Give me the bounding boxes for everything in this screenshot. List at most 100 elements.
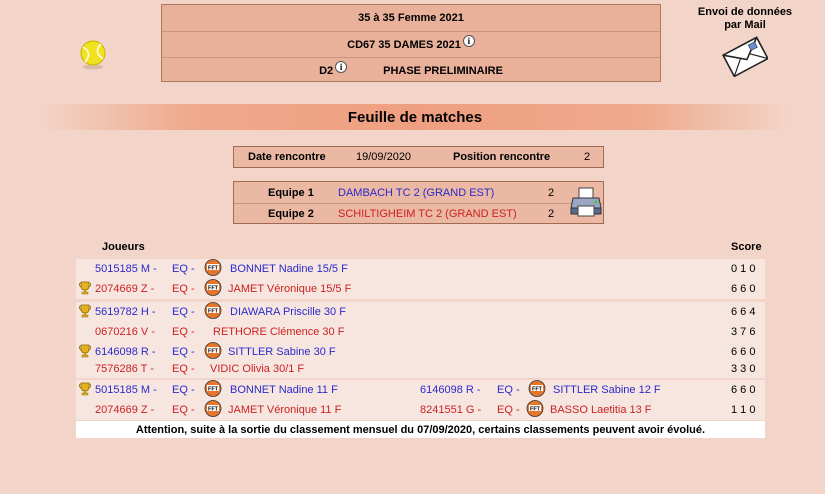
player-name-link[interactable]: DIAWARA Priscille 30 F [230,306,346,318]
team-tag: EQ - [497,404,520,416]
match-block: 5015185 M - EQ - FFT BONNET Nadine 15/5 … [76,259,765,299]
tennis-ball-icon [80,40,106,70]
player-name-link[interactable]: BONNET Nadine 11 F [230,384,338,396]
competition-name: CD67 35 DAMES 2021 [347,38,461,51]
team-score: 2 [548,208,555,220]
partner-name-link[interactable]: SITTLER Sabine 12 F [553,384,661,396]
player-name-link[interactable]: SITTLER Sabine 30 F [228,346,336,358]
fft-logo-icon: FFT [528,380,546,397]
svg-text:FFT: FFT [208,386,219,392]
player-row: 0670216 V - EQ - RETHORE Clémence 30 F 3… [76,322,765,342]
player-id: 7576286 T - [95,363,154,375]
set-score: 3 7 6 [731,326,756,338]
team-tag: EQ - [172,346,195,358]
teams-box: Equipe 1 DAMBACH TC 2 (GRAND EST) 2 Equi… [233,181,604,224]
position-value: 2 [584,151,591,163]
fft-logo-icon: FFT [204,302,222,319]
info-icon[interactable]: i [335,60,348,73]
competition-header: 35 à 35 Femme 2021 CD67 35 DAMES 2021 i … [161,4,661,82]
team-label: Equipe 1 [268,186,314,199]
player-name-link[interactable]: JAMET Véronique 11 F [228,404,341,416]
team-tag: EQ - [172,363,195,375]
team-tag: EQ - [172,283,195,295]
page-title: Feuille de matches [347,108,483,126]
player-row: 2074669 Z - EQ - FFT JAMET Véronique 15/… [76,279,765,299]
fft-logo-icon: FFT [204,380,222,397]
set-score: 6 6 0 [731,346,756,358]
team-name-link[interactable]: DAMBACH TC 2 (GRAND EST) [338,187,494,199]
position-label: Position rencontre [453,151,551,163]
team-tag: EQ - [172,384,195,396]
svg-text:FFT: FFT [208,308,219,314]
team-score: 2 [548,186,555,199]
fft-logo-icon: FFT [526,400,544,417]
players-column-header: Joueurs [102,241,145,253]
mail-send-label[interactable]: Envoi de données par Mail [680,6,810,32]
division-phase-row: D2 i PHASE PRELIMINAIRE [162,57,660,83]
player-name-link[interactable]: BONNET Nadine 15/5 F [230,263,348,275]
svg-text:FFT: FFT [208,265,219,271]
team-tag: EQ - [172,326,195,338]
team-row: Equipe 2 SCHILTIGHEIM TC 2 (GRAND EST) 2 [234,203,603,224]
printer-icon[interactable] [570,186,602,218]
trophy-icon [79,344,91,358]
set-score: 6 6 0 [731,384,756,396]
partner-id: 6146098 R - [420,384,481,396]
ranking-warning: Attention, suite à la sortie du classeme… [76,421,765,438]
competition-name-row: CD67 35 DAMES 2021 i [162,31,660,57]
match-block: 6146098 R - EQ - FFT SITTLER Sabine 30 F… [76,342,765,378]
player-id: 2074669 Z - [95,283,155,295]
svg-text:FFT: FFT [530,406,541,412]
partner-id: 8241551 G - [420,404,482,416]
phase-label: PHASE PRELIMINAIRE [383,64,503,77]
match-date-box: Date rencontre 19/09/2020 Position renco… [233,146,604,168]
partner-name-link[interactable]: BASSO Laetitia 13 F [550,404,652,416]
fft-logo-icon: FFT [204,259,222,276]
player-id: 0670216 V - [95,326,155,338]
player-id: 6146098 R - [95,346,156,358]
fft-logo-icon: FFT [204,342,222,359]
player-name-link[interactable]: VIDIC Olivia 30/1 F [210,363,304,375]
player-row: 5015185 M - EQ - FFT BONNET Nadine 11 F … [76,380,765,400]
competition-category: 35 à 35 Femme 2021 [358,12,464,24]
match-block: 5619782 H - EQ - FFT DIAWARA Priscille 3… [76,302,765,342]
team-row: Equipe 1 DAMBACH TC 2 (GRAND EST) 2 [234,182,603,203]
team-name-link[interactable]: SCHILTIGHEIM TC 2 (GRAND EST) [338,208,517,220]
date-label: Date rencontre [248,151,326,163]
player-row: 5619782 H - EQ - FFT DIAWARA Priscille 3… [76,302,765,322]
team-label: Equipe 2 [268,208,314,220]
svg-text:FFT: FFT [208,285,219,291]
set-score: 0 1 0 [731,263,756,275]
player-id: 5015185 M - [95,384,157,396]
trophy-icon [79,304,91,318]
info-icon[interactable]: i [462,34,475,47]
player-row: 5015185 M - EQ - FFT BONNET Nadine 15/5 … [76,259,765,279]
player-id: 2074669 Z - [95,404,155,416]
division-label: D2 [319,64,334,77]
player-row: 2074669 Z - EQ - FFT JAMET Véronique 11 … [76,400,765,420]
set-score: 1 1 0 [731,404,756,416]
set-score: 6 6 0 [731,283,756,295]
svg-text:FFT: FFT [208,348,219,354]
trophy-icon [79,382,91,396]
envelope-icon[interactable] [722,35,768,77]
fft-logo-icon: FFT [204,279,222,296]
svg-text:FFT: FFT [532,386,543,392]
team-tag: EQ - [172,263,195,275]
date-value: 19/09/2020 [356,151,412,163]
trophy-icon [79,281,91,295]
match-block: 5015185 M - EQ - FFT BONNET Nadine 11 F … [76,380,765,420]
player-row: 7576286 T - EQ - VIDIC Olivia 30/1 F 3 3… [76,359,765,379]
team-tag: EQ - [497,384,520,396]
svg-text:FFT: FFT [208,406,219,412]
set-score: 3 3 0 [731,363,756,375]
player-name-link[interactable]: JAMET Véronique 15/5 F [228,283,351,295]
team-tag: EQ - [172,306,195,318]
player-id: 5619782 H - [95,306,156,318]
section-title-band: Feuille de matches [40,104,790,130]
set-score: 6 6 4 [731,306,756,318]
player-id: 5015185 M - [95,263,157,275]
team-tag: EQ - [172,404,195,416]
player-name-link[interactable]: RETHORE Clémence 30 F [213,326,344,338]
fft-logo-icon: FFT [204,400,222,417]
